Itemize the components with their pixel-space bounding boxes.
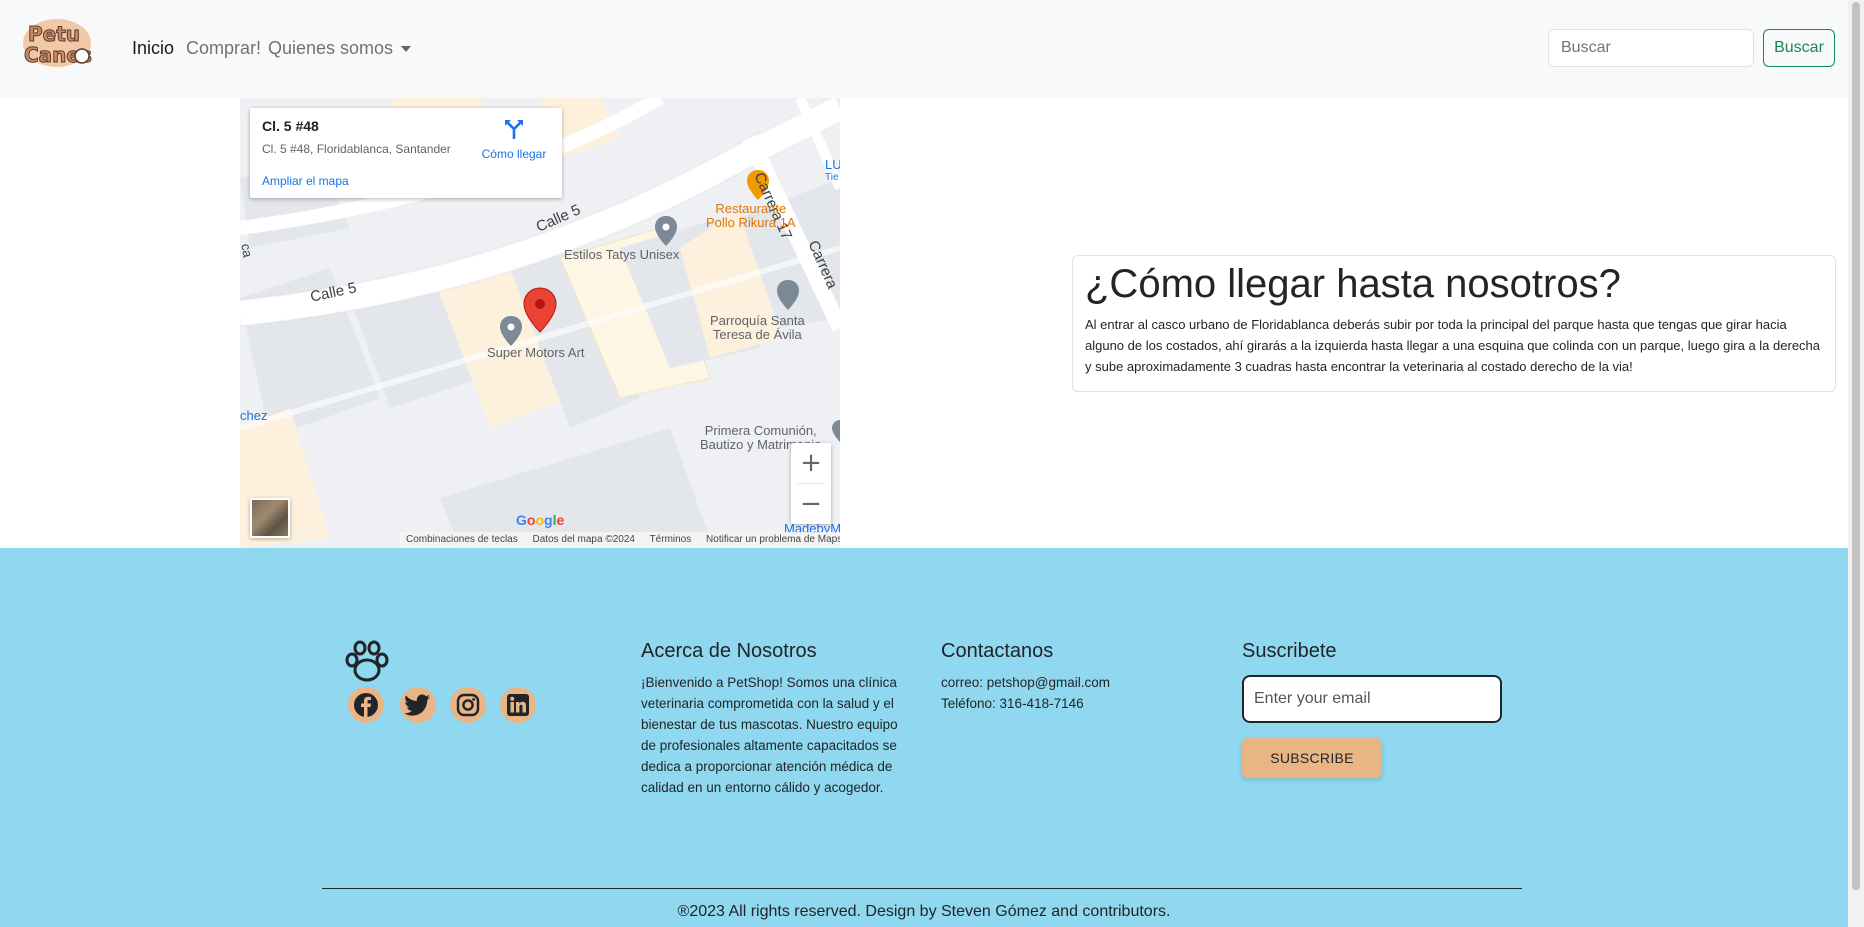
street-label: ca <box>240 242 256 259</box>
satellite-layer-toggle[interactable] <box>250 498 290 538</box>
nav-link-comprar[interactable]: Comprar! <box>186 38 261 59</box>
zoom-controls: + − <box>791 443 831 524</box>
scrollbar-thumb[interactable] <box>1852 2 1860 890</box>
report-problem-link[interactable]: Notificar un problema de Maps <box>706 534 840 545</box>
poi-salon[interactable]: Estilos Tatys Unisex <box>564 248 679 262</box>
poi-label: LU <box>825 157 840 172</box>
poi-restaurant[interactable]: Restaurante Pollo Rikura 1A <box>706 202 796 230</box>
facebook-link[interactable] <box>348 687 384 723</box>
zoom-in-button[interactable]: + <box>791 443 831 483</box>
instagram-link[interactable] <box>450 687 486 723</box>
nav-dropdown-label: Quienes somos <box>268 38 394 58</box>
contact-title: Contactanos <box>941 640 1054 662</box>
footer: Acerca de Nosotros ¡Bienvenido a PetShop… <box>0 548 1848 927</box>
contact-phone: Teléfono: 316-418-7146 <box>941 696 1084 711</box>
twitter-link[interactable] <box>400 687 436 723</box>
about-title: Acerca de Nosotros <box>641 640 817 662</box>
directions-icon <box>505 120 523 139</box>
search-button[interactable]: Buscar <box>1763 29 1835 67</box>
zoom-out-button[interactable]: − <box>791 484 831 524</box>
instagram-icon <box>456 693 480 717</box>
nav-link-inicio[interactable]: Inicio <box>132 38 174 59</box>
about-text: ¡Bienvenido a PetShop! Somos una clínica… <box>641 675 898 795</box>
search-input[interactable] <box>1548 29 1754 67</box>
linkedin-icon <box>507 694 529 716</box>
copyright-text: ®2023 All rights reserved. Design by Ste… <box>677 903 1171 920</box>
map-place-card: Cl. 5 #48 Cl. 5 #48, Floridablanca, Sant… <box>250 108 562 198</box>
map-footer: Combinaciones de teclas Datos del mapa ©… <box>400 532 840 548</box>
twitter-icon <box>405 694 430 716</box>
place-address: Cl. 5 #48, Floridablanca, Santander <box>262 142 451 156</box>
nav-dropdown-quienes-somos[interactable]: Quienes somos <box>268 38 412 59</box>
directions-card: ¿Cómo llegar hasta nosotros? Al entrar a… <box>1072 255 1836 392</box>
subscribe-title: Suscribete <box>1242 640 1337 662</box>
poi-church[interactable]: Parroquía Santa Teresa de Ávila <box>710 314 805 342</box>
poi-super-motors[interactable]: Super Motors Art <box>487 346 585 360</box>
page-scrollbar[interactable] <box>1848 0 1864 927</box>
google-logo: Google <box>516 512 565 528</box>
directions-label: Cómo llegar <box>481 147 547 161</box>
paw-icon <box>345 640 389 682</box>
directions-text: Al entrar al casco urbano de Floridablan… <box>1085 317 1821 374</box>
brand-logo[interactable]: Petu Canes <box>20 14 94 72</box>
contact-email: correo: petshop@gmail.com <box>941 675 1111 690</box>
subscribe-button[interactable]: SUBSCRIBE <box>1242 738 1382 778</box>
caret-down-icon <box>401 46 412 53</box>
footer-divider <box>322 888 1522 889</box>
facebook-icon <box>354 693 378 717</box>
directions-heading: ¿Cómo llegar hasta nosotros? <box>1085 262 1621 306</box>
map-data-label: Datos del mapa ©2024 <box>532 534 635 545</box>
keyboard-shortcuts-link[interactable]: Combinaciones de teclas <box>406 534 518 545</box>
poi-label: Tie <box>825 172 839 183</box>
directions-button[interactable]: Cómo llegar <box>476 118 552 161</box>
email-input[interactable] <box>1242 675 1502 723</box>
place-title: Cl. 5 #48 <box>262 118 319 134</box>
terms-link[interactable]: Términos <box>650 534 692 545</box>
embedded-map[interactable]: Calle 5 Calle 5 Carrera 17 Carrera ca ch… <box>240 98 840 548</box>
poi-label: chez <box>240 408 268 423</box>
linkedin-link[interactable] <box>500 687 536 723</box>
navbar: Petu Canes Inicio Comprar! Quienes somos… <box>0 0 1848 98</box>
enlarge-map-link[interactable]: Ampliar el mapa <box>262 174 349 188</box>
